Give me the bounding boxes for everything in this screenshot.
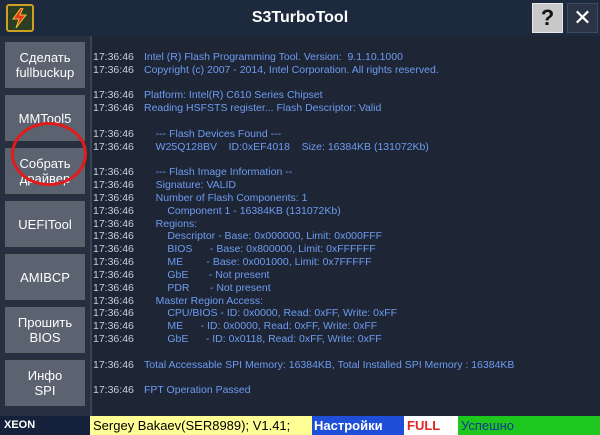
log-message: Intel (R) Flash Programming Tool. Versio… <box>144 51 403 63</box>
log-timestamp: 17:36:46 <box>93 217 134 230</box>
mode-badge: FULL <box>404 416 458 435</box>
log-line: 17:36:46 W25Q128BV ID:0xEF4018 Size: 163… <box>92 141 600 153</box>
sidebar: Сделать fullbuckup MMTool5 Собрать драйв… <box>0 36 90 416</box>
uefitool-button[interactable]: UEFITool <box>4 200 86 248</box>
close-button[interactable]: ✕ <box>567 3 598 33</box>
log-timestamp: 17:36:46 <box>93 127 134 140</box>
log-message: Component 1 - 16384KB (131072Kb) <box>144 204 341 217</box>
log-line: 17:36:46 --- Flash Image Information -- <box>92 166 600 178</box>
log-timestamp: 17:36:46 <box>93 294 134 307</box>
log-line: 17:36:46 GbE - Not present <box>92 269 600 281</box>
log-timestamp: 17:36:46 <box>93 384 134 397</box>
log-message: Descriptor - Base: 0x000000, Limit: 0x00… <box>144 230 383 243</box>
log-message: Regions: <box>144 217 198 230</box>
log-timestamp: 17:36:46 <box>93 307 134 320</box>
log-timestamp: 17:36:46 <box>93 51 134 63</box>
log-timestamp: 17:36:46 <box>93 320 134 333</box>
log-line: 17:36:46 Total Accessable SPI Memory: 163… <box>92 359 600 371</box>
log-line: 17:36:46 CPU/BIOS - ID: 0x0000, Read: 0x… <box>92 307 600 319</box>
log-message: --- Flash Devices Found --- <box>144 127 282 140</box>
log-message: Copyright (c) 2007 - 2014, Intel Corpora… <box>144 63 439 76</box>
log-line: 17:36:46 Copyright (c) 2007 - 2014, Intel… <box>92 64 600 76</box>
log-message: FPT Operation Passed <box>144 384 251 397</box>
status-bar: XEON Sergey Bakaev(SER8989); V1.41; Наст… <box>0 416 600 435</box>
log-timestamp: 17:36:46 <box>93 230 134 243</box>
spi-info-button[interactable]: Инфо SPI <box>4 359 86 407</box>
amibcp-button[interactable]: AMIBCP <box>4 253 86 301</box>
log-timestamp: 17:36:46 <box>93 89 134 102</box>
log-line: 17:36:46 ME - Base: 0x001000, Limit: 0x7… <box>92 256 600 268</box>
log-line: 17:36:46 FPT Operation Passed <box>92 384 600 396</box>
settings-button[interactable]: Настройки <box>312 416 404 435</box>
log-timestamp: 17:36:46 <box>93 140 134 153</box>
log-message: Signature: VALID <box>144 179 237 192</box>
log-line: 17:36:46 PDR - Not present <box>92 282 600 294</box>
help-button[interactable]: ? <box>532 3 563 33</box>
author-version: Sergey Bakaev(SER8989); V1.41; <box>90 416 312 435</box>
window-title: S3TurboTool <box>251 9 349 26</box>
log-line: 17:36:46 Number of Flash Components: 1 <box>92 192 600 204</box>
log-message: W25Q128BV ID:0xEF4018 Size: 16384KB (131… <box>144 140 429 153</box>
log-panel[interactable]: 17:36:46 Intel (R) Flash Programming Tool… <box>90 36 600 416</box>
log-message: Reading HSFSTS register... Flash Descrip… <box>144 102 382 115</box>
log-line: 17:36:46 Signature: VALID <box>92 179 600 191</box>
log-line: 17:36:46 Platform: Intel(R) C610 Series C… <box>92 89 600 101</box>
log-timestamp: 17:36:46 <box>93 268 134 281</box>
log-timestamp: 17:36:46 <box>93 102 134 115</box>
status-badge: Успешно <box>458 416 600 435</box>
log-message: GbE - ID: 0x0118, Read: 0xFF, Write: 0xF… <box>144 333 382 346</box>
highlight-circle <box>11 122 87 186</box>
log-timestamp: 17:36:46 <box>93 256 134 269</box>
log-message: CPU/BIOS - ID: 0x0000, Read: 0xFF, Write… <box>144 307 398 320</box>
log-timestamp: 17:36:46 <box>93 179 134 192</box>
log-message: ME - ID: 0x0000, Read: 0xFF, Write: 0xFF <box>144 320 378 333</box>
title-bar: S3TurboTool ? ✕ <box>0 0 600 36</box>
log-timestamp: 17:36:46 <box>93 358 134 371</box>
log-timestamp: 17:36:46 <box>93 243 134 256</box>
log-line: 17:36:46 Component 1 - 16384KB (131072Kb… <box>92 205 600 217</box>
log-message: BIOS - Base: 0x800000, Limit: 0xFFFFFF <box>144 243 376 256</box>
log-line: 17:36:46 ME - ID: 0x0000, Read: 0xFF, Wr… <box>92 320 600 332</box>
log-message: Master Region Access: <box>144 294 264 307</box>
log-message: ME - Base: 0x001000, Limit: 0x7FFFFF <box>144 256 372 269</box>
log-line: 17:36:46 Descriptor - Base: 0x000000, Li… <box>92 230 600 242</box>
log-line: 17:36:46 Intel (R) Flash Programming Tool… <box>92 51 600 63</box>
fullbackup-button[interactable]: Сделать fullbuckup <box>4 41 86 89</box>
log-line: 17:36:46 BIOS - Base: 0x800000, Limit: 0… <box>92 243 600 255</box>
log-line: 17:36:46 --- Flash Devices Found --- <box>92 128 600 140</box>
log-line: 17:36:46 Reading HSFSTS register... Flash… <box>92 102 600 114</box>
log-line: 17:36:46 GbE - ID: 0x0118, Read: 0xFF, W… <box>92 333 600 345</box>
log-message: --- Flash Image Information -- <box>144 166 293 179</box>
cpu-label: XEON <box>0 416 90 435</box>
log-timestamp: 17:36:46 <box>93 204 134 217</box>
log-timestamp: 17:36:46 <box>93 63 134 76</box>
log-line: 17:36:46 Regions: <box>92 218 600 230</box>
log-timestamp: 17:36:46 <box>93 192 134 205</box>
log-timestamp: 17:36:46 <box>93 166 134 179</box>
log-message: PDR - Not present <box>144 281 271 294</box>
log-message: Platform: Intel(R) C610 Series Chipset <box>144 89 323 102</box>
log-message: GbE - Not present <box>144 268 270 281</box>
log-message: Number of Flash Components: 1 <box>144 192 308 205</box>
log-timestamp: 17:36:46 <box>93 281 134 294</box>
log-timestamp: 17:36:46 <box>93 333 134 346</box>
flash-bios-button[interactable]: Прошить BIOS <box>4 306 86 354</box>
log-message: Total Accessable SPI Memory: 16384KB, To… <box>144 358 515 371</box>
log-line: 17:36:46 Master Region Access: <box>92 295 600 307</box>
